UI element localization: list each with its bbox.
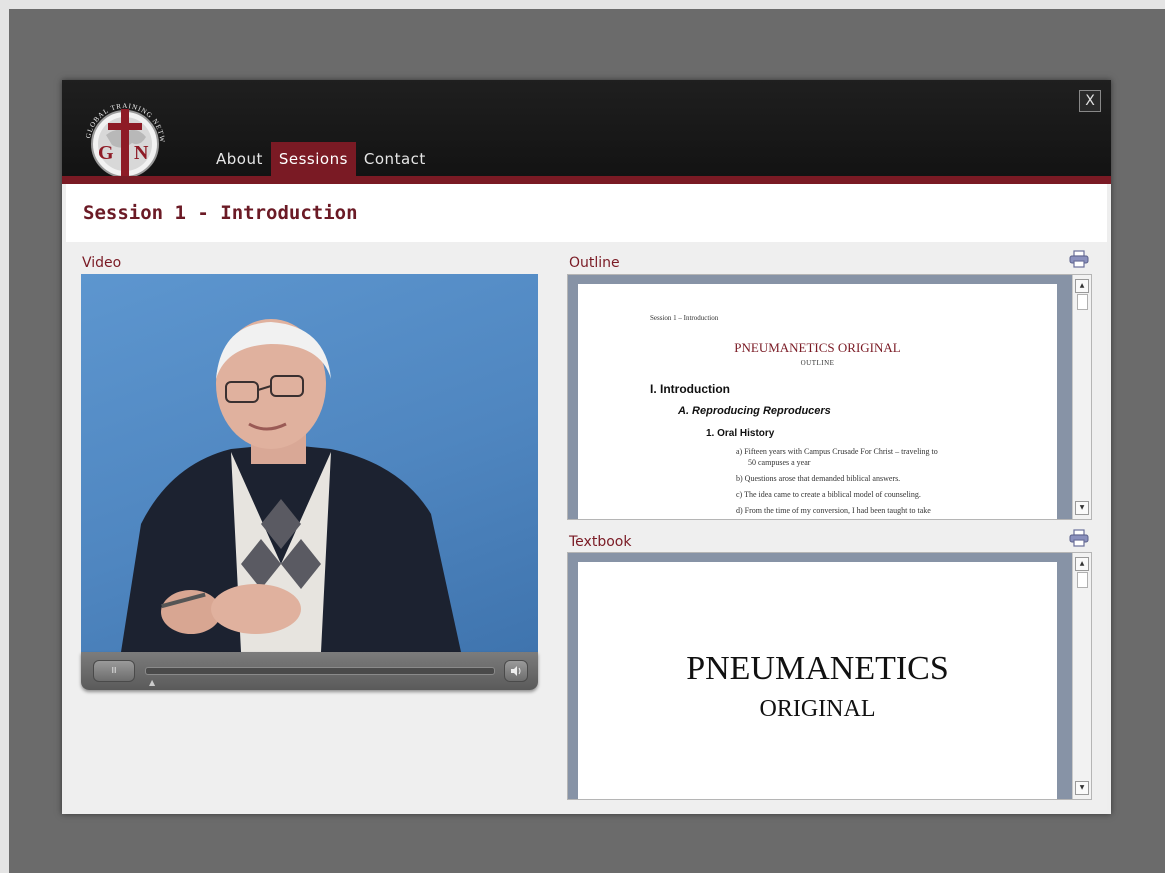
outline-header-line: Session 1 – Introduction	[650, 314, 719, 322]
volume-button[interactable]	[504, 660, 528, 682]
outline-viewer[interactable]: Session 1 – Introduction PNEUMANETICS OR…	[567, 274, 1092, 520]
header-accent-bar	[62, 176, 1111, 184]
textbook-label: Textbook	[569, 534, 632, 550]
video-player[interactable]	[81, 274, 538, 652]
scroll-thumb[interactable]	[1077, 572, 1088, 588]
outline-doc-subtitle: OUTLINE	[800, 359, 835, 367]
close-button[interactable]: X	[1079, 90, 1101, 112]
session-modal: G N GLOBAL TRAINING NETWORK About Sessio…	[62, 80, 1111, 814]
main-nav: About Sessions Contact	[208, 142, 434, 176]
gtn-logo-icon[interactable]: G N GLOBAL TRAINING NETWORK	[76, 97, 174, 179]
outline-scrollbar[interactable]: ▲ ▼	[1072, 275, 1091, 519]
textbook-viewer[interactable]: PNEUMANETICS ORIGINAL ▲ ▼	[567, 552, 1092, 800]
outline-heading-3: 1. Oral History	[706, 428, 775, 439]
scroll-down-icon[interactable]: ▼	[1075, 781, 1089, 795]
textbook-scrollbar[interactable]: ▲ ▼	[1072, 553, 1091, 799]
scroll-thumb[interactable]	[1077, 294, 1088, 310]
page-left-strip	[0, 0, 9, 873]
nav-sessions[interactable]: Sessions	[270, 142, 356, 176]
nav-about[interactable]: About	[208, 142, 271, 176]
textbook-doc-title: PNEUMANETICS	[686, 650, 949, 687]
video-controls: II ▲	[81, 652, 538, 690]
page-title: Session 1 - Introduction	[83, 202, 358, 224]
outline-page: Session 1 – Introduction PNEUMANETICS OR…	[578, 284, 1057, 519]
outline-item: 50 campuses a year	[748, 458, 811, 467]
outline-heading-2: A. Reproducing Reproducers	[678, 405, 831, 417]
outline-item: c) The idea came to create a biblical mo…	[736, 490, 921, 499]
print-icon[interactable]	[1068, 529, 1090, 547]
outline-item: d) From the time of my conversion, I had…	[736, 506, 931, 515]
outline-label: Outline	[569, 255, 620, 271]
outline-heading-1: I. Introduction	[650, 382, 730, 396]
outline-item: a) Fifteen years with Campus Crusade For…	[736, 447, 938, 456]
svg-text:G: G	[98, 142, 114, 164]
scroll-up-icon[interactable]: ▲	[1075, 279, 1089, 293]
video-label: Video	[82, 255, 122, 271]
textbook-doc-subtitle: ORIGINAL	[759, 696, 876, 722]
video-frame-image	[121, 319, 461, 652]
print-icon[interactable]	[1068, 250, 1090, 268]
scroll-up-icon[interactable]: ▲	[1075, 557, 1089, 571]
title-band: Session 1 - Introduction	[66, 184, 1107, 242]
seek-bar[interactable]	[145, 667, 495, 675]
textbook-page: PNEUMANETICS ORIGINAL	[578, 562, 1057, 799]
scroll-down-icon[interactable]: ▼	[1075, 501, 1089, 515]
svg-text:N: N	[134, 142, 149, 164]
pause-button[interactable]: II	[93, 660, 135, 682]
seek-marker-icon[interactable]: ▲	[149, 678, 155, 687]
modal-header: G N GLOBAL TRAINING NETWORK About Sessio…	[62, 80, 1111, 184]
speaker-icon	[511, 666, 521, 676]
outline-item: b) Questions arose that demanded biblica…	[736, 474, 901, 483]
outline-doc-title: PNEUMANETICS ORIGINAL	[734, 340, 901, 355]
nav-contact[interactable]: Contact	[356, 142, 434, 176]
page-top-strip	[0, 0, 1165, 9]
